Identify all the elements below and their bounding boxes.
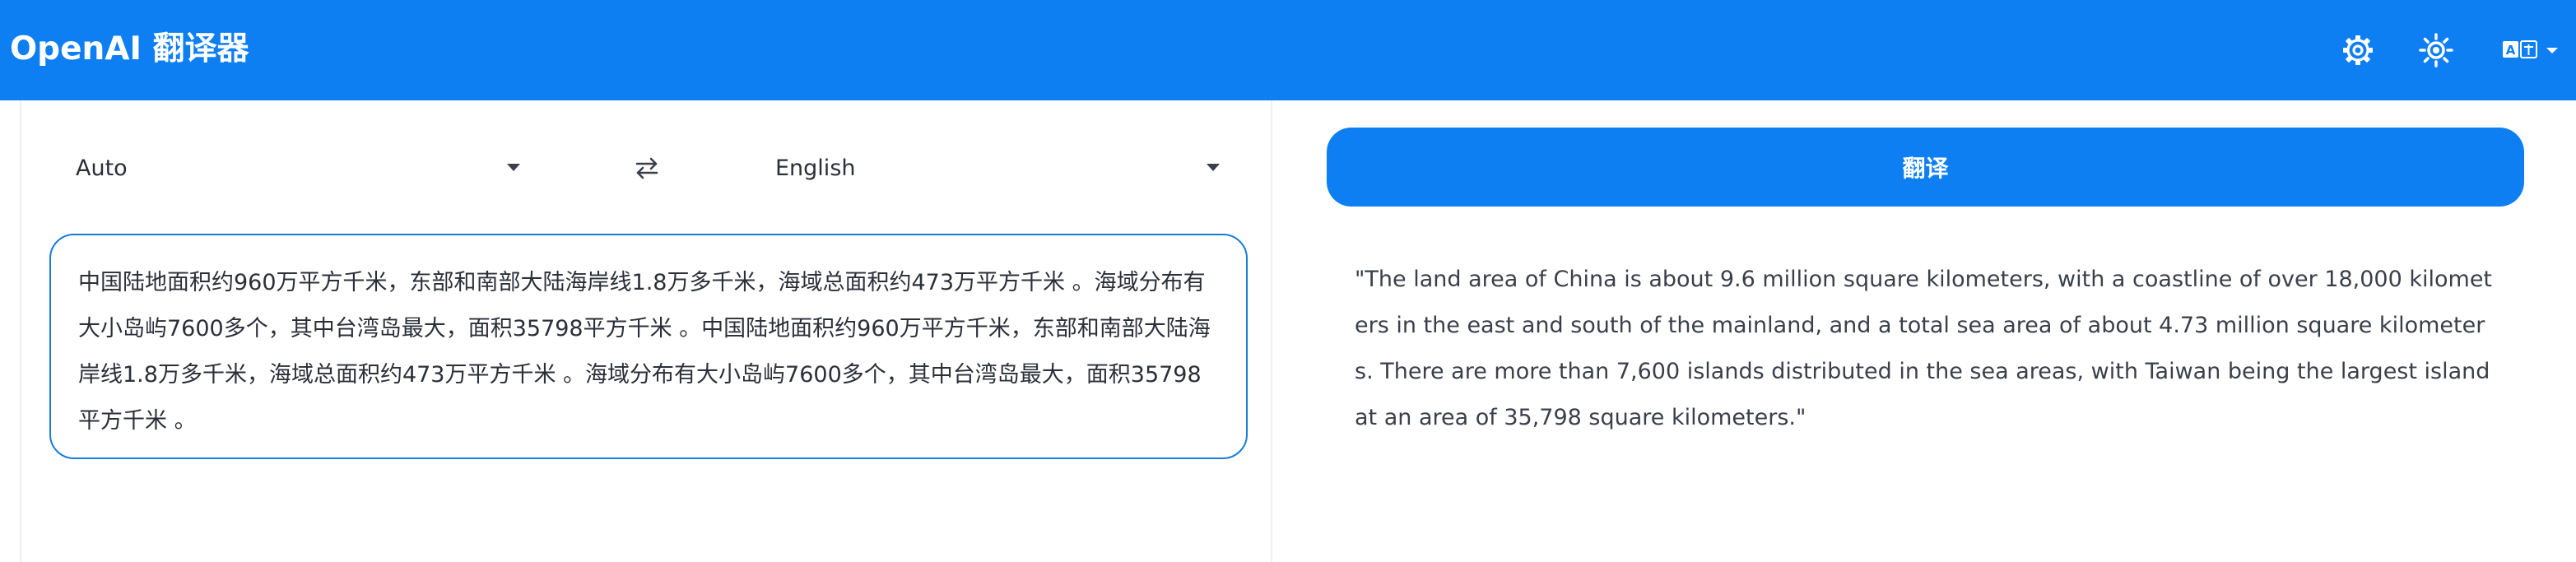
app-title: OpenAI 翻译器 [10, 30, 249, 67]
swap-arrows-icon [635, 157, 658, 179]
theme-sun-icon [2419, 33, 2453, 67]
chevron-down-icon [1207, 164, 1220, 171]
chevron-down-icon [507, 164, 520, 171]
target-language-value: English [775, 155, 856, 181]
theme-toggle-button[interactable] [2407, 21, 2465, 79]
language-switch-icon: A [2503, 40, 2537, 58]
swap-languages-button[interactable] [630, 151, 663, 184]
language-switch-button[interactable]: A [2494, 21, 2568, 79]
settings-button[interactable] [2329, 21, 2387, 79]
source-language-select[interactable]: Auto [76, 143, 525, 193]
settings-gear-icon [2343, 35, 2373, 65]
source-text-input[interactable]: 中国陆地面积约960万平方千米，东部和南部大陆海岸线1.8万多千米，海域总面积约… [49, 234, 1248, 459]
top-app-bar: OpenAI 翻译器 A [0, 0, 2576, 100]
target-language-select[interactable]: English [775, 143, 1225, 193]
translation-result: "The land area of China is about 9.6 mil… [1355, 267, 2493, 430]
translate-button[interactable]: 翻译 [1327, 128, 2524, 207]
source-language-value: Auto [76, 155, 128, 181]
svg-text:A: A [2506, 43, 2516, 58]
chevron-down-icon [2546, 48, 2558, 53]
